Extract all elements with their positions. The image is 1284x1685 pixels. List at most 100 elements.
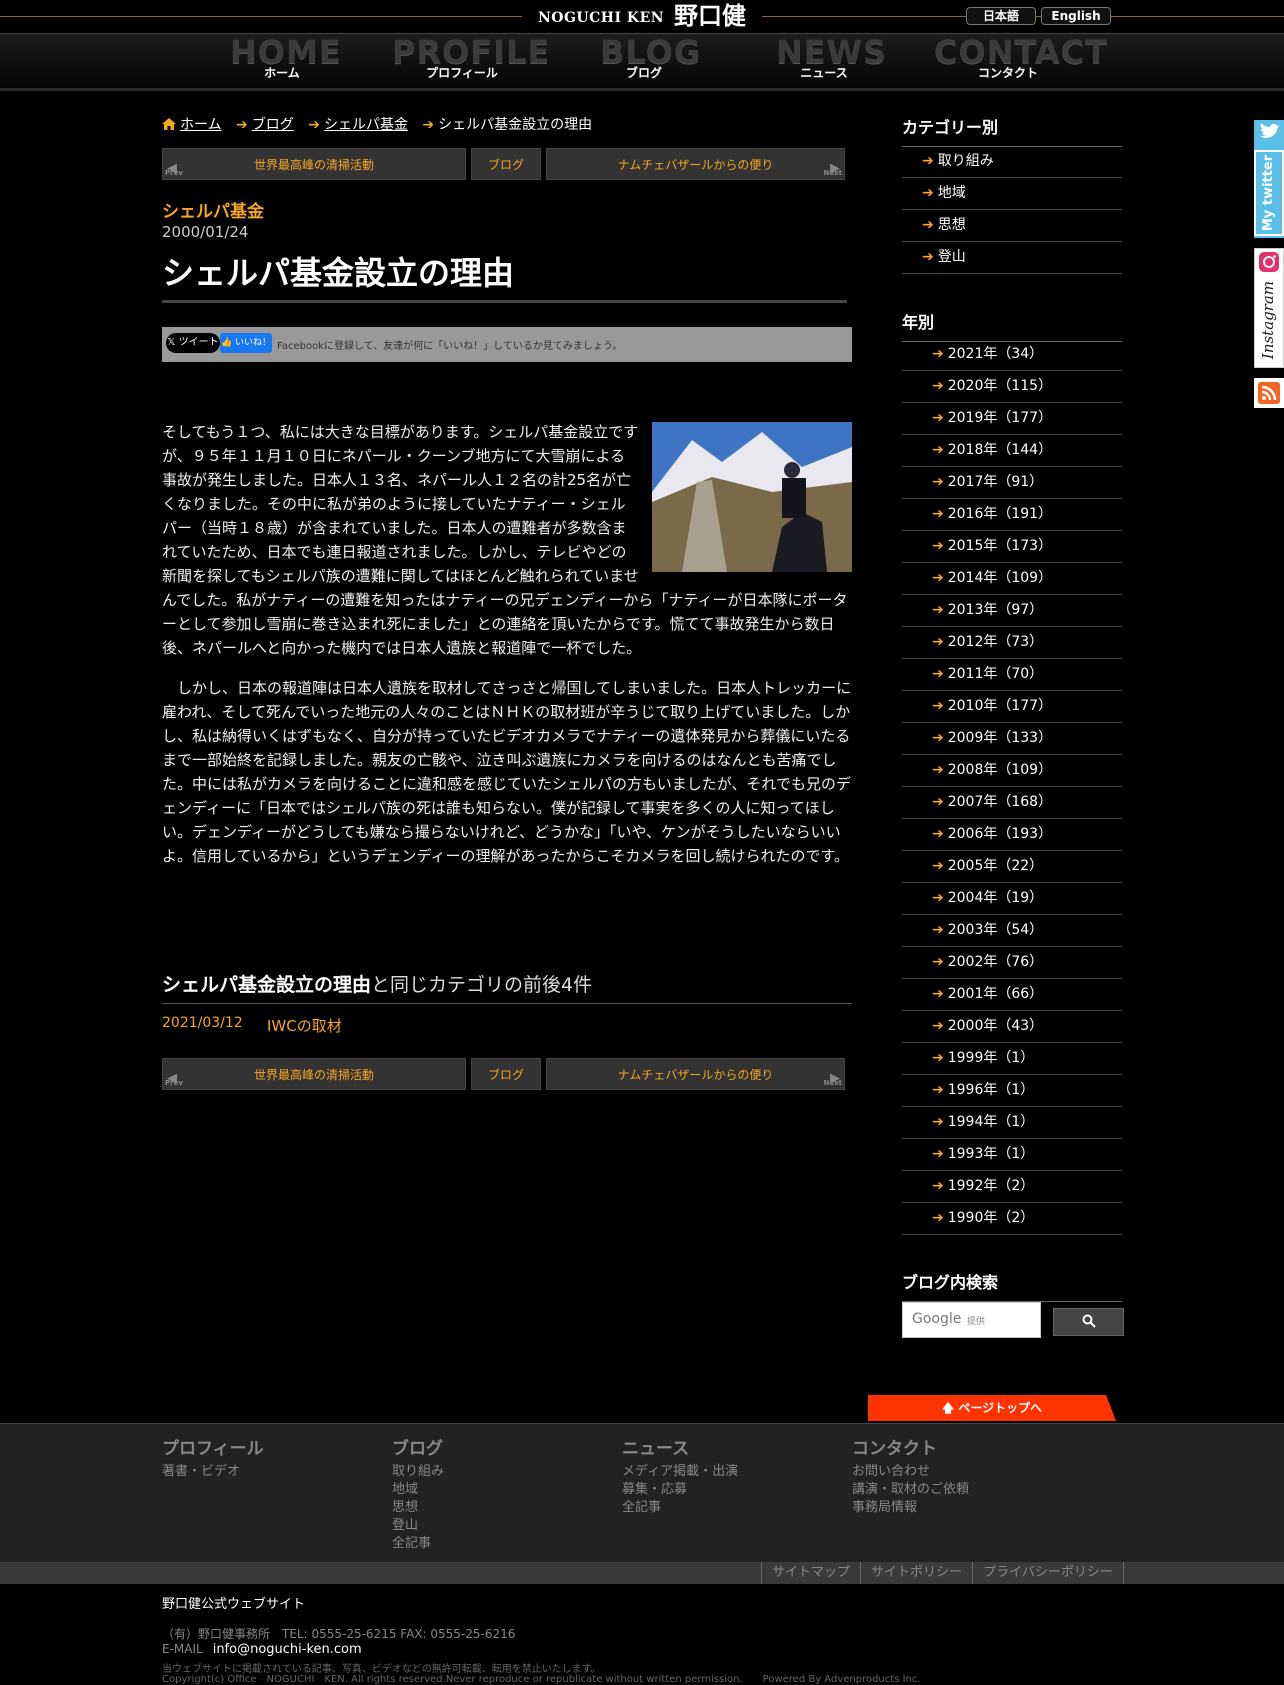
page-top-button[interactable]: 🡅 ページトップへ <box>868 1395 1116 1421</box>
footer-heading[interactable]: プロフィール <box>162 1434 264 1459</box>
footer-heading[interactable]: ニュース <box>622 1434 738 1459</box>
next-label: Next <box>823 169 842 177</box>
footer-heading[interactable]: コンタクト <box>852 1434 969 1459</box>
footer-link[interactable]: 全記事 <box>392 1535 444 1553</box>
footer-link[interactable]: メディア掲載・出演 <box>622 1463 738 1481</box>
year-item[interactable]: ➔ 2021年（34） <box>902 339 1122 371</box>
year-item[interactable]: ➔ 2003年（54） <box>902 915 1122 947</box>
year-label: 2007年（168） <box>947 794 1053 810</box>
year-item[interactable]: ➔ 1994年（1） <box>902 1107 1122 1139</box>
year-item[interactable]: ➔ 2007年（168） <box>902 787 1122 819</box>
next-post-link[interactable]: ナムチェバザールからの便り ▶ Next <box>546 148 845 180</box>
next-post-link[interactable]: ナムチェバザールからの便り ▶ Next <box>546 1058 845 1090</box>
year-item[interactable]: ➔ 2008年（109） <box>902 755 1122 787</box>
prev-post-link[interactable]: ◀ Prev 世界最高峰の清掃活動 <box>162 148 466 180</box>
footer-col-news: ニュース メディア掲載・出演 募集・応募 全記事 <box>622 1434 738 1517</box>
footer-link[interactable]: 思想 <box>392 1499 444 1517</box>
breadcrumb-category[interactable]: シェルパ基金 <box>324 117 408 133</box>
year-item[interactable]: ➔ 1999年（1） <box>902 1043 1122 1075</box>
photo-art <box>652 422 852 572</box>
privacy-policy-link[interactable]: プライバシーポリシー <box>972 1562 1124 1584</box>
year-label: 1992年（2） <box>947 1178 1035 1194</box>
category-item[interactable]: ➔ 地域 <box>902 178 1122 210</box>
footer-link[interactable]: 地域 <box>392 1481 444 1499</box>
year-item[interactable]: ➔ 2015年（173） <box>902 531 1122 563</box>
footer-office: （有）野口健事務所 TEL: 0555-25-6215 FAX: 0555-25… <box>162 1627 516 1641</box>
arrow-right-icon: ➔ <box>922 153 934 169</box>
twitter-tab[interactable]: My twitter <box>1254 120 1284 238</box>
year-item[interactable]: ➔ 2000年（43） <box>902 1011 1122 1043</box>
year-item[interactable]: ➔ 2020年（115） <box>902 371 1122 403</box>
year-item[interactable]: ➔ 2014年（109） <box>902 563 1122 595</box>
site-logo[interactable]: NOGUCHI KEN 野口健 <box>522 2 762 30</box>
footer-heading[interactable]: ブログ <box>392 1434 444 1459</box>
year-item[interactable]: ➔ 2016年（191） <box>902 499 1122 531</box>
year-item[interactable]: ➔ 2009年（133） <box>902 723 1122 755</box>
lang-ja-button[interactable]: 日本語 <box>966 7 1036 25</box>
arrow-right-icon: ➔ <box>932 986 944 1002</box>
rss-tab[interactable] <box>1254 378 1284 408</box>
year-item[interactable]: ➔ 2004年（19） <box>902 883 1122 915</box>
year-item[interactable]: ➔ 2013年（97） <box>902 595 1122 627</box>
footer-link[interactable]: 募集・応募 <box>622 1481 738 1499</box>
year-item[interactable]: ➔ 2006年（193） <box>902 819 1122 851</box>
footer-link[interactable]: 取り組み <box>392 1463 444 1481</box>
year-item[interactable]: ➔ 1996年（1） <box>902 1075 1122 1107</box>
lang-en-button[interactable]: English <box>1041 7 1111 25</box>
year-item[interactable]: ➔ 2019年（177） <box>902 403 1122 435</box>
category-item[interactable]: ➔ 登山 <box>902 242 1122 274</box>
footer-link[interactable]: お問い合わせ <box>852 1463 969 1481</box>
year-item[interactable]: ➔ 2010年（177） <box>902 691 1122 723</box>
year-label: 2010年（177） <box>947 698 1053 714</box>
related-link[interactable]: IWCの取材 <box>267 1015 342 1036</box>
breadcrumb-home[interactable]: ホーム <box>180 117 222 133</box>
arrow-right-icon: ➔ <box>922 249 934 265</box>
year-item[interactable]: ➔ 2001年（66） <box>902 979 1122 1011</box>
arrow-right-icon: ➔ <box>932 1050 944 1066</box>
search-button[interactable] <box>1053 1308 1124 1336</box>
breadcrumb-blog[interactable]: ブログ <box>252 117 294 133</box>
footer-link[interactable]: 著書・ビデオ <box>162 1463 264 1481</box>
nav-home[interactable]: HOME ホーム <box>230 34 341 88</box>
nav-contact[interactable]: CONTACT コンタクト <box>934 34 1107 88</box>
arrow-right-icon: ➔ <box>932 890 944 906</box>
sitemap-link[interactable]: サイトマップ <box>761 1562 860 1584</box>
tweet-button[interactable]: 𝕏 ツイート <box>166 333 220 353</box>
year-item[interactable]: ➔ 1990年（2） <box>902 1203 1122 1235</box>
site-policy-link[interactable]: サイトポリシー <box>860 1562 972 1584</box>
blog-index-link[interactable]: ブログ <box>471 148 541 180</box>
year-item[interactable]: ➔ 2017年（91） <box>902 467 1122 499</box>
nav-blog-label: BLOG <box>600 33 702 71</box>
footer-link[interactable]: 登山 <box>392 1517 444 1535</box>
footer-link[interactable]: 全記事 <box>622 1499 738 1517</box>
search-input[interactable]: Google 提供 <box>902 1302 1041 1338</box>
nav-blog[interactable]: BLOG ブログ <box>600 33 702 88</box>
prev-post-link[interactable]: ◀ Prev 世界最高峰の清掃活動 <box>162 1058 466 1090</box>
nav-profile[interactable]: PROFILE プロフィール <box>392 34 549 88</box>
year-label: 2004年（19） <box>947 890 1044 906</box>
footer-link[interactable]: 講演・取材のご依頼 <box>852 1481 969 1499</box>
year-item[interactable]: ➔ 1992年（2） <box>902 1171 1122 1203</box>
year-item[interactable]: ➔ 2005年（22） <box>902 851 1122 883</box>
tweet-label: ツイート <box>178 337 219 348</box>
category-item[interactable]: ➔ 思想 <box>902 210 1122 242</box>
footer-col-profile: プロフィール 著書・ビデオ <box>162 1434 264 1481</box>
year-label: 1996年（1） <box>947 1082 1035 1098</box>
year-item[interactable]: ➔ 1993年（1） <box>902 1139 1122 1171</box>
year-item[interactable]: ➔ 2011年（70） <box>902 659 1122 691</box>
year-item[interactable]: ➔ 2012年（73） <box>902 627 1122 659</box>
blog-index-link[interactable]: ブログ <box>471 1058 541 1090</box>
year-label: 2006年（193） <box>947 826 1053 842</box>
year-item[interactable]: ➔ 2002年（76） <box>902 947 1122 979</box>
breadcrumb-current: シェルパ基金設立の理由 <box>438 117 593 133</box>
category-item[interactable]: ➔ 取り組み <box>902 146 1122 178</box>
nav-news[interactable]: NEWS ニュース <box>776 34 886 88</box>
facebook-like-button[interactable]: 👍 いいね！ <box>220 333 272 353</box>
post-category[interactable]: シェルパ基金 <box>162 197 264 222</box>
email-link[interactable]: info@noguchi-ken.com <box>213 1642 362 1657</box>
year-item[interactable]: ➔ 2018年（144） <box>902 435 1122 467</box>
prev-label: Prev <box>165 169 183 177</box>
instagram-tab[interactable]: Instagram <box>1254 248 1284 368</box>
twitter-label: My twitter <box>1261 154 1276 232</box>
footer-link[interactable]: 事務局情報 <box>852 1499 969 1517</box>
